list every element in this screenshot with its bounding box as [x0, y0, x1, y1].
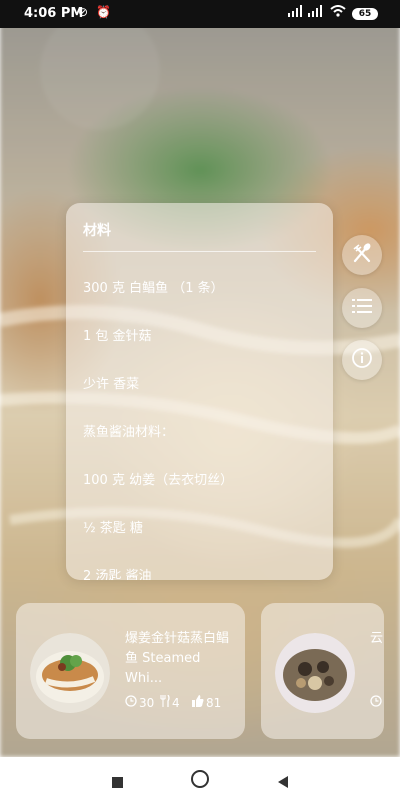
recipe-title-line1: 云: [370, 631, 384, 646]
clock-icon: [125, 695, 137, 710]
recipe-title-line1: 爆姜金针菇蒸白鲳: [125, 631, 230, 646]
recipe-card[interactable]: 爆姜金针菇蒸白鲳 鱼 Steamed Whi... 30 4 81: [16, 603, 245, 739]
recipe-servings: 4: [160, 694, 180, 710]
recipe-thumbnail: [30, 633, 110, 713]
ingredient-item: 100 克 幼姜（去衣切丝）: [83, 473, 234, 488]
utensils-icon: [160, 694, 170, 710]
navigation-bar: [0, 757, 400, 800]
ingredient-item: ½ 茶匙 糖: [83, 521, 143, 536]
steps-button[interactable]: [342, 288, 382, 328]
ingredient-item: 1 包 金针菇: [83, 329, 152, 344]
recipe-servings-value: 4: [172, 695, 180, 710]
status-time: 4:06 PM: [24, 6, 84, 21]
recipe-likes-value: 81: [206, 695, 222, 710]
square-icon: [111, 776, 123, 788]
ingredient-item: 蒸鱼酱油材料：: [83, 425, 175, 440]
utensils-icon: [351, 242, 373, 268]
list-icon: [352, 298, 372, 318]
wifi-icon: [330, 5, 346, 20]
triangle-back-icon: [277, 773, 289, 792]
recipe-thumbnail: [275, 633, 355, 713]
battery-icon: 65: [352, 8, 378, 20]
ingredients-panel[interactable]: 材料 300 克 白鲳鱼 （1 条） 1 包 金针菇 少许 香菜 蒸鱼酱油材料：…: [66, 203, 333, 580]
status-bar: 4:06 PM ⊘ ⏰ 65: [0, 0, 400, 28]
recipe-title-line2: 鱼 Steamed Whi...: [125, 651, 201, 686]
recipe-time: 30: [125, 695, 154, 710]
divider: [83, 251, 316, 252]
recents-button[interactable]: [106, 771, 128, 793]
ingredients-title: 材料: [83, 223, 111, 239]
back-button[interactable]: [272, 771, 294, 793]
thumbs-up-icon: [192, 695, 204, 710]
recipe-time-value: 30: [139, 695, 155, 710]
signal-icon-2: [308, 5, 324, 20]
home-button[interactable]: [189, 768, 211, 790]
clock-icon: [370, 695, 382, 707]
sync-off-icon: ⊘: [78, 5, 89, 19]
info-icon: [351, 347, 373, 373]
ingredient-item: 300 克 白鲳鱼 （1 条）: [83, 281, 224, 296]
ingredients-button[interactable]: [342, 235, 382, 275]
signal-icon: [288, 5, 304, 20]
recipe-card[interactable]: 云: [261, 603, 384, 739]
recipe-likes: 81: [192, 695, 221, 710]
alarm-icon: ⏰: [96, 5, 111, 19]
info-button[interactable]: [342, 340, 382, 380]
ingredient-item: 少许 香菜: [83, 377, 140, 392]
ingredient-item: 2 汤匙 酱油: [83, 569, 152, 580]
circle-icon: [191, 770, 209, 788]
